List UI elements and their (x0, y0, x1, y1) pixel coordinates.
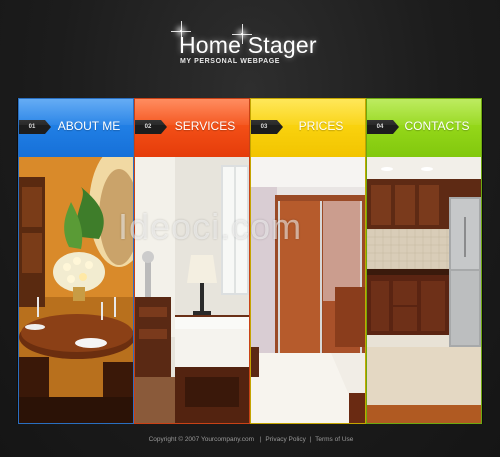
wardrobe-bedroom-photo (251, 157, 365, 423)
nav-number: 01 (19, 120, 51, 134)
bedroom-photo (135, 157, 249, 423)
panel-prices: 03 PRICES (250, 98, 366, 424)
terms-of-use-link[interactable]: Terms of Use (315, 436, 353, 443)
dining-room-photo (19, 157, 133, 423)
image-panels: 01 ABOUT ME 02 SERVICES 03 PRICES 04 CON… (17, 98, 483, 424)
nav-label: SERVICES (174, 119, 236, 133)
copyright-text: Copyright © 2007 Yourcompany.com (148, 436, 255, 443)
nav-tab-prices[interactable]: 03 PRICES (251, 99, 365, 157)
site-subtitle: MY PERSONAL WEBPAGE (180, 58, 281, 65)
header: Home Stager MY PERSONAL WEBPAGE (0, 0, 500, 92)
nav-number: 04 (367, 120, 399, 134)
watermark-text: Ideoci.com (118, 206, 303, 247)
kitchen-photo (367, 157, 481, 423)
footer: Copyright © 2007 Yourcompany.com | Priva… (0, 436, 500, 443)
nav-tab-contacts[interactable]: 04 CONTACTS (367, 99, 481, 157)
nav-number: 02 (135, 120, 167, 134)
panel-services: 02 SERVICES (134, 98, 250, 424)
privacy-policy-link[interactable]: Privacy Policy (265, 436, 305, 443)
panel-about-me: 01 ABOUT ME (18, 98, 134, 424)
nav-number: 03 (251, 120, 283, 134)
page: Home Stager MY PERSONAL WEBPAGE 01 ABOUT… (0, 0, 500, 457)
nav-label: CONTACTS (404, 119, 470, 133)
nav-tab-about-me[interactable]: 01 ABOUT ME (19, 99, 133, 157)
footer-separator: | (309, 436, 312, 443)
nav-label: ABOUT ME (57, 119, 121, 133)
nav-label: PRICES (298, 119, 344, 133)
nav-tab-services[interactable]: 02 SERVICES (135, 99, 249, 157)
footer-separator: | (259, 436, 262, 443)
site-title[interactable]: Home Stager (179, 32, 317, 59)
panel-contacts: 04 CONTACTS (366, 98, 482, 424)
